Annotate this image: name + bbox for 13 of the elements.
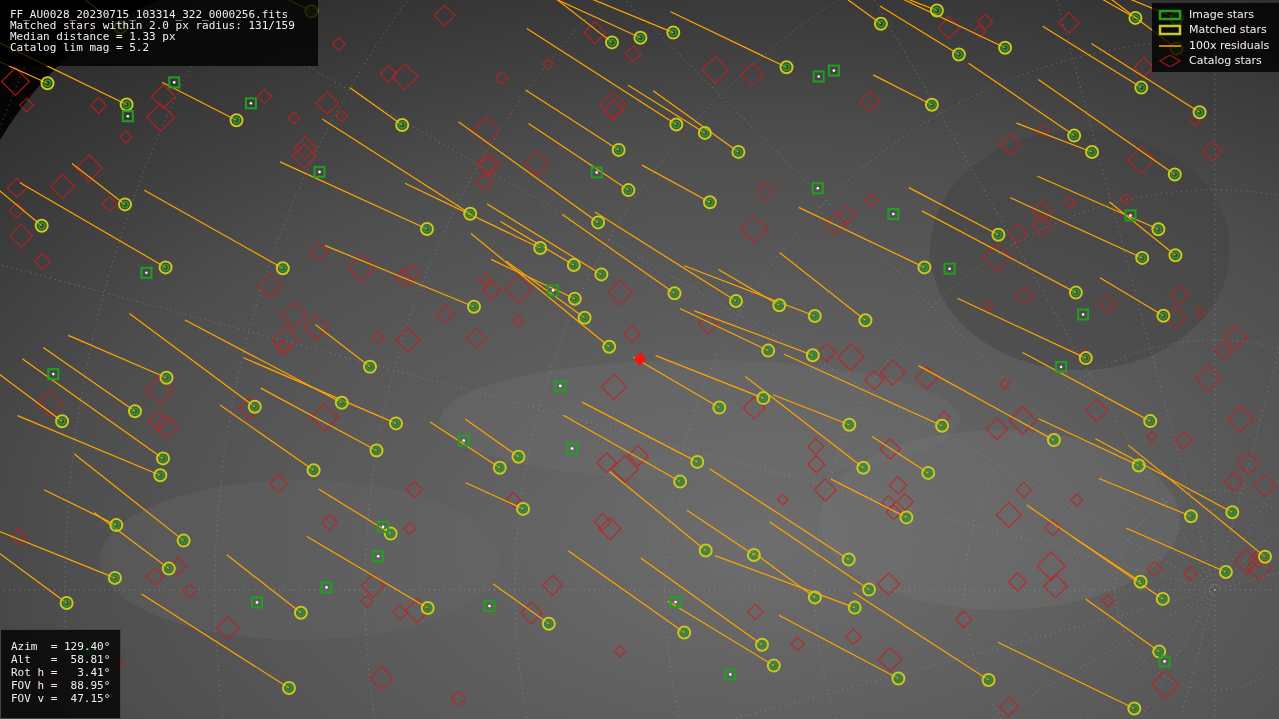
legend-label: Image stars <box>1189 6 1254 23</box>
legend-label: Catalog stars <box>1189 53 1262 69</box>
legend-label: Matched stars <box>1189 22 1267 38</box>
info-text: FF_AU0028_20230715_103314_322_0000256.fits <box>10 9 290 20</box>
info-text: Median distance = 1.33 px <box>10 31 176 42</box>
legend-label: 100x residuals <box>1189 37 1270 54</box>
pointing-text: Azim = 129.40° <box>11 640 112 653</box>
pointing-text: FOV h = 88.95° <box>11 679 112 692</box>
pointing-text: Alt = 58.81° <box>11 653 112 666</box>
pointing-text: FOV v = 47.15° <box>11 692 112 705</box>
info-text: Catalog lim mag = 5.2 <box>10 42 151 53</box>
pointing-text: Rot h = 3.41° <box>11 666 112 679</box>
info-text: Matched stars within 2.0 px radius: 131/159 <box>10 20 296 31</box>
